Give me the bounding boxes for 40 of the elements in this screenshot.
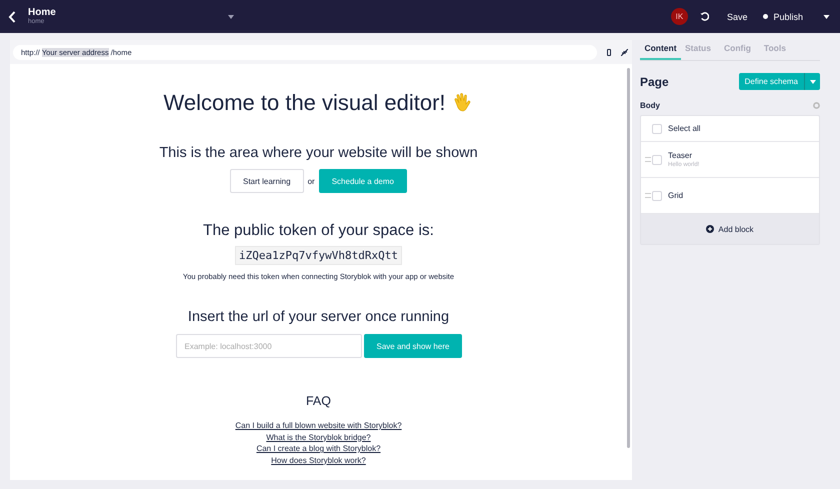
- faq-heading: FAQ: [306, 394, 331, 408]
- subheading: This is the area where your website will be shown: [159, 145, 478, 161]
- caret-icon[interactable]: [823, 14, 830, 18]
- schema-menu-button[interactable]: [804, 73, 820, 90]
- block-name: Grid: [668, 191, 684, 200]
- checkbox[interactable]: [652, 154, 662, 164]
- drag-handle-icon[interactable]: [645, 157, 651, 162]
- story-title: Home: [28, 8, 56, 18]
- welcome-heading: Welcome to the visual editor!: [163, 90, 446, 116]
- tab[interactable]: Content: [640, 39, 681, 60]
- server-url-field[interactable]: Example: localhost:3000: [176, 334, 362, 358]
- dot-icon: [763, 14, 768, 19]
- page-title: Page: [640, 74, 669, 88]
- phone-icon[interactable]: [607, 48, 611, 56]
- publish-button[interactable]: Publish: [763, 12, 803, 22]
- add-block-button[interactable]: Add block: [641, 214, 819, 244]
- faq-link[interactable]: Can I build a full blown website with Storyblok?: [235, 421, 402, 432]
- or-text: or: [308, 176, 315, 186]
- block-name: Teaser: [668, 151, 692, 160]
- select-all-label[interactable]: Select all: [668, 124, 700, 133]
- start-learning-button[interactable]: Start learning: [230, 169, 304, 193]
- token-code: iZQea1zPq7vfywVh8tdRxQtt: [235, 246, 402, 265]
- history-icon[interactable]: [700, 12, 709, 21]
- collapse-icon[interactable]: [621, 48, 628, 56]
- faq-link[interactable]: How does Storyblok work?: [271, 456, 366, 466]
- checkbox[interactable]: [652, 124, 662, 134]
- section-label: Body: [640, 101, 660, 110]
- token-heading: The public token of your space is:: [203, 222, 434, 240]
- checkbox[interactable]: [652, 190, 662, 200]
- faq-link[interactable]: Can I create a blog with Storyblok?: [256, 444, 381, 454]
- faq-link[interactable]: What is the Storyblok bridge?: [266, 432, 371, 443]
- caret-icon: [810, 80, 816, 84]
- server-heading: Insert the url of your server once running: [188, 309, 450, 325]
- caret-icon[interactable]: [228, 14, 234, 18]
- drag-handle-icon[interactable]: [645, 193, 651, 198]
- user-avatar[interactable]: IK: [670, 8, 688, 25]
- scrollbar[interactable]: [627, 68, 630, 448]
- back-icon[interactable]: [8, 10, 16, 22]
- save-button[interactable]: Save: [726, 12, 748, 22]
- plus-icon: [706, 225, 714, 233]
